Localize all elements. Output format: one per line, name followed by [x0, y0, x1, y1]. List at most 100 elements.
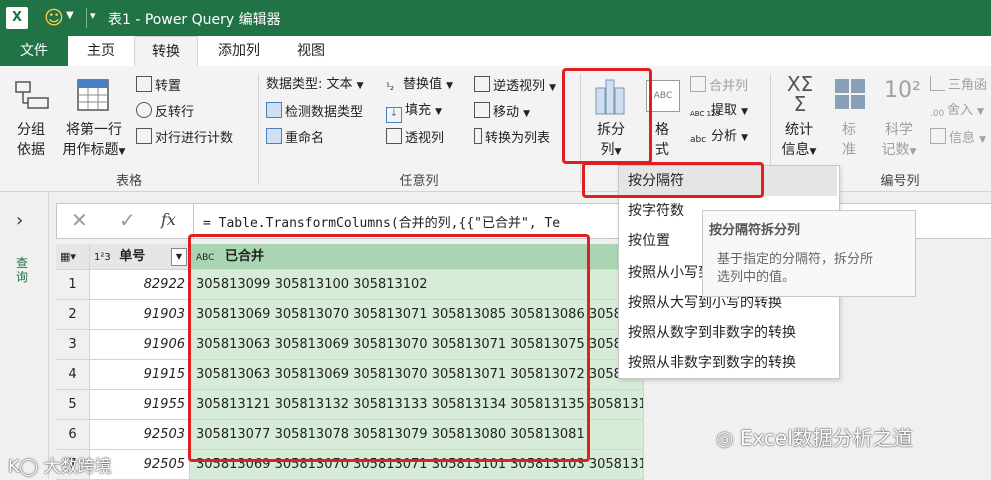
tab-add-column[interactable]: 添加列 — [204, 36, 274, 66]
format-label-1: 格 — [655, 122, 669, 138]
extract-button[interactable]: ABC 123提取 ▼ — [690, 102, 748, 125]
unpivot-columns-button[interactable]: 逆透视列 ▼ — [474, 76, 556, 97]
use-first-row-as-headers-button[interactable]: 将第一行 用作标题▼ — [56, 120, 132, 162]
ribbon-body: 分组 依据 将第一行 用作标题▼ 转置 反转行 对行进行计数 表格 数据类型: 文本… — [0, 66, 991, 192]
unpivot-label: 逆透视列 — [493, 79, 546, 94]
feedback-smiley-icon[interactable]: ☺ — [44, 7, 64, 29]
queries-pane: › 查询 — [0, 192, 49, 479]
unpivot-icon — [474, 76, 490, 92]
trigonometry-button[interactable]: 三角函 — [930, 76, 987, 95]
detect-data-type-button[interactable]: 检测数据类型 — [266, 102, 363, 122]
order-no-cell[interactable]: 91955 — [90, 390, 190, 420]
data-type-label: 数据类型: 文本 — [266, 77, 353, 92]
column-filter-dropdown-icon[interactable]: ▼ — [171, 248, 187, 266]
fill-button[interactable]: ↓ 填充 ▼ — [386, 102, 442, 123]
wechat-logo-icon: ◎ — [716, 426, 740, 450]
row-number: 2 — [56, 300, 90, 330]
rounding-label: 舍入 — [947, 103, 974, 118]
table-menu-button[interactable]: ▦▾ — [56, 244, 90, 270]
format-button[interactable]: 格式 — [648, 120, 676, 160]
formula-separator — [193, 204, 194, 238]
data-type-dropdown[interactable]: 数据类型: 文本 ▼ — [266, 76, 364, 95]
watermark-right: ◎ Excel数据分析之道 — [716, 422, 913, 451]
count-rows-button[interactable]: 对行进行计数 — [136, 128, 233, 148]
watermark-left-text: 大数跨境 — [43, 457, 112, 477]
order-no-cell[interactable]: 91906 — [90, 330, 190, 360]
statistics-button[interactable]: 统计 信息▼ — [774, 120, 824, 162]
function-fx-icon[interactable]: fx — [161, 210, 176, 229]
row-number: 6 — [56, 420, 90, 450]
formula-input[interactable]: = Table.TransformColumns(合并的列,{{"已合并", T… — [203, 212, 560, 231]
tooltip-line-2: 选列中的值。 — [717, 270, 796, 285]
trigonometry-label: 三角函 — [948, 78, 988, 93]
standard-label-1: 标 — [842, 122, 856, 138]
convert-to-list-button[interactable]: 转换为列表 — [474, 128, 550, 148]
menu-item-digit-to-nondigit[interactable]: 按照从数字到非数字的转换 — [619, 318, 837, 348]
quick-access-dropdown-icon[interactable]: ▼ — [66, 10, 74, 21]
rounding-button[interactable]: .00 舍入 ▼ — [930, 102, 984, 121]
merged-column-highlight — [188, 234, 590, 462]
group-label-table: 表格 — [115, 174, 142, 189]
confirm-formula-icon[interactable]: ✓ — [119, 208, 136, 232]
menu-item-nondigit-to-digit[interactable]: 按照从非数字到数字的转换 — [619, 348, 837, 378]
tab-home[interactable]: 主页 — [72, 36, 130, 66]
replace-values-button[interactable]: ¹₂ 替换值 ▼ — [386, 76, 453, 95]
column-header-order-no[interactable]: 1²3 单号 ▼ — [90, 244, 190, 270]
whole-number-type-icon[interactable]: 1²3 — [90, 252, 111, 263]
rename-icon — [266, 128, 282, 144]
tab-view[interactable]: 视图 — [282, 36, 340, 66]
customize-toolbar-icon[interactable]: ▾ — [90, 9, 96, 22]
standard-label-2: 准 — [842, 142, 856, 158]
cancel-formula-icon[interactable]: ✕ — [71, 208, 88, 232]
scientific-button[interactable]: 科学 记数▼ — [876, 120, 922, 162]
move-button[interactable]: 移动 ▼ — [474, 102, 530, 123]
detect-type-label: 检测数据类型 — [285, 105, 364, 120]
tab-file[interactable]: 文件 — [0, 36, 68, 66]
reverse-rows-label: 反转行 — [155, 105, 195, 120]
scientific-label-2: 记数 — [881, 142, 910, 158]
watermark-right-text: Excel数据分析之道 — [739, 426, 913, 450]
transpose-icon — [136, 76, 152, 92]
parse-button[interactable]: abc 分析 ▼ — [690, 128, 748, 147]
order-no-cell[interactable]: 82922 — [90, 270, 190, 300]
parse-label: 分析 — [711, 129, 738, 144]
pivot-column-icon — [386, 128, 402, 144]
standard-button[interactable]: 标准 — [834, 120, 864, 160]
fill-down-icon: ↓ — [386, 107, 402, 123]
merge-columns-icon — [690, 76, 706, 92]
group-by-button[interactable]: 分组 依据 — [8, 120, 54, 160]
group-label-number-column: 编号列 — [880, 174, 920, 189]
pivot-column-button[interactable]: 透视列 — [386, 128, 444, 148]
transpose-button[interactable]: 转置 — [136, 76, 181, 96]
expand-queries-icon[interactable]: › — [16, 210, 23, 231]
title-bar: X ☺ ▼ ▾ 表1 - Power Query 编辑器 — [0, 0, 991, 36]
by-delimiter-highlight — [582, 162, 764, 198]
format-icon-text: ABC — [653, 91, 673, 101]
use-first-row-icon — [76, 78, 110, 116]
tooltip-line-1: 基于指定的分隔符，拆分所 — [717, 252, 874, 267]
reverse-rows-button[interactable]: 反转行 — [136, 102, 194, 122]
trigonometry-icon — [930, 76, 945, 91]
statistics-label-1: 统计 — [785, 122, 813, 138]
count-rows-label: 对行进行计数 — [155, 131, 234, 146]
merge-columns-button[interactable]: 合并列 — [690, 76, 748, 96]
order-no-cell[interactable]: 91903 — [90, 300, 190, 330]
replace-values-label: 替换值 — [403, 77, 443, 92]
order-no-cell[interactable]: 92503 — [90, 420, 190, 450]
row-number: 5 — [56, 390, 90, 420]
order-no-cell[interactable]: 91915 — [90, 360, 190, 390]
ribbon-tabs: 文件 主页 转换 添加列 视图 — [0, 36, 991, 67]
first-row-label-2: 用作标题 — [62, 142, 119, 158]
replace-values-icon: ¹₂ — [386, 82, 395, 93]
group-by-icon — [14, 78, 50, 118]
rename-button[interactable]: 重命名 — [266, 128, 324, 148]
ribbon-separator — [258, 74, 259, 184]
move-label: 移动 — [493, 105, 520, 120]
move-icon — [474, 102, 490, 118]
information-button[interactable]: 信息 ▼ — [930, 128, 986, 149]
convert-to-list-label: 转换为列表 — [485, 131, 551, 146]
row-number: 4 — [56, 360, 90, 390]
scientific-label-1: 科学 — [885, 122, 913, 138]
tab-transform[interactable]: 转换 — [134, 36, 198, 67]
group-label-any-column: 任意列 — [399, 174, 439, 189]
